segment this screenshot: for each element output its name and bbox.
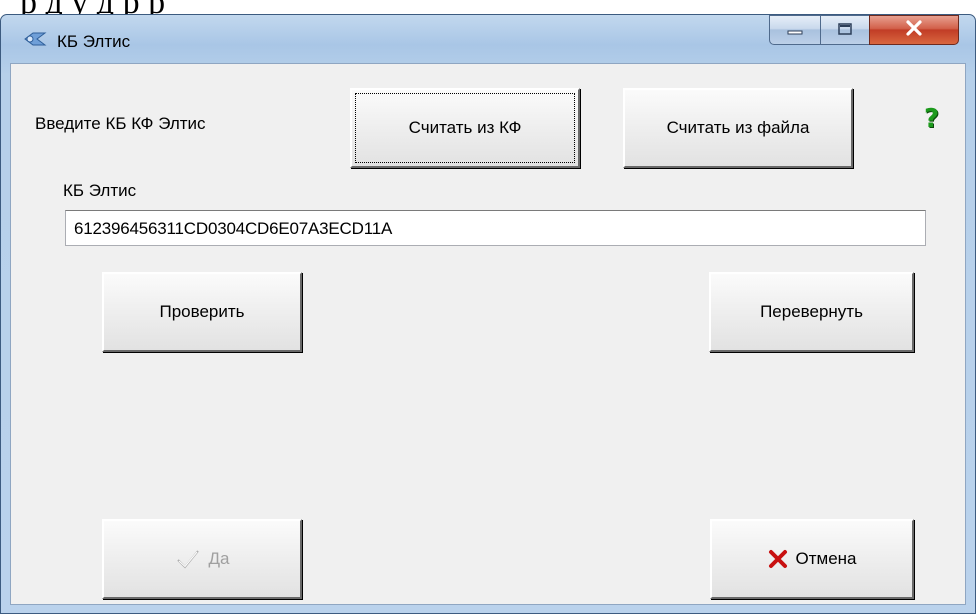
- ok-label: Да: [208, 549, 230, 568]
- cross-icon: [768, 549, 788, 569]
- window-title: КБ Элтис: [57, 32, 131, 51]
- ok-button[interactable]: Да: [102, 519, 302, 599]
- app-icon: [23, 29, 47, 49]
- title-bar[interactable]: КБ Элтис: [1, 15, 975, 61]
- cancel-button[interactable]: Отмена: [710, 519, 914, 599]
- check-icon: [175, 548, 201, 570]
- reverse-button[interactable]: Перевернуть: [709, 272, 914, 352]
- field-label: КБ Элтис: [63, 181, 137, 200]
- maximize-icon: [837, 21, 853, 40]
- minimize-button[interactable]: [769, 15, 821, 45]
- prompt-label: Введите КБ КФ Элтис: [35, 114, 206, 133]
- dialog-content: Введите КБ КФ Элтис Считать из КФ Считат…: [10, 63, 966, 605]
- cancel-label: Отмена: [795, 549, 857, 568]
- close-button[interactable]: [869, 15, 959, 45]
- read-from-file-button[interactable]: Считать из файла: [623, 88, 853, 168]
- close-icon: [904, 20, 924, 40]
- check-button[interactable]: Проверить: [102, 272, 302, 352]
- dialog-window: КБ Элтис Введите КБ КФ Элтис Считать из …: [0, 14, 976, 614]
- minimize-icon: [786, 21, 804, 40]
- kb-eltis-input[interactable]: 612396456311CD0304CD6E07A3ECD11A: [65, 210, 926, 246]
- help-icon[interactable]: ?: [924, 104, 939, 134]
- read-from-kf-button[interactable]: Считать из КФ: [350, 88, 580, 168]
- maximize-button[interactable]: [820, 15, 870, 45]
